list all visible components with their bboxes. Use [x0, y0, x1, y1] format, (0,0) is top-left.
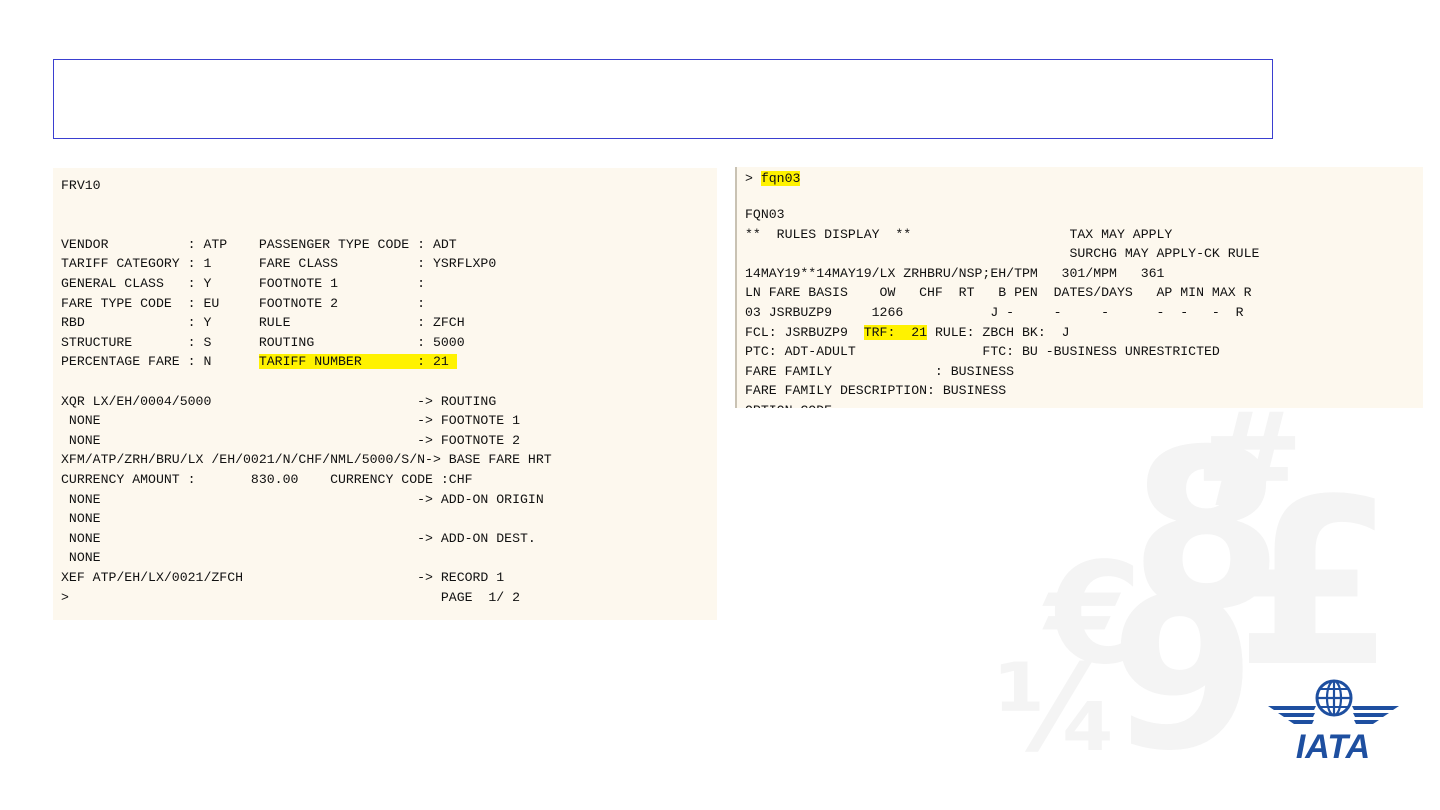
terminal-line: PERCENTAGE FARE : N TARIFF NUMBER : 21 — [61, 353, 457, 370]
terminal-line: OPTION CODE — [745, 402, 832, 408]
terminal-line: FRV10 — [61, 178, 101, 193]
command-line: > fqn03 — [745, 170, 801, 187]
terminal-line: SURCHG MAY APPLY-CK RULE — [745, 246, 1260, 262]
terminal-line: FARE FAMILY : BUSINESS — [745, 363, 1015, 379]
terminal-line: VENDOR : ATP PASSENGER TYPE CODE : ADT — [61, 236, 457, 252]
line-text: RULE: ZBCH BK: J — [927, 324, 1070, 340]
terminal-line: XFM/ATP/ZRH/BRU/LX /EH/0021/N/CHF/NML/50… — [61, 452, 552, 468]
terminal-line: PTC: ADT-ADULT FTC: BU -BUSINESS UNRESTR… — [745, 344, 1220, 360]
watermark-glyph-quarter: ¼ — [995, 640, 1120, 779]
line-text: FCL: JSRBUZP9 — [745, 324, 864, 340]
highlighted-text: TRF: 21 — [863, 324, 928, 340]
terminal-line: NONE -> FOOTNOTE 2 — [61, 432, 520, 448]
terminal-line: NONE — [61, 550, 101, 566]
terminal-line: XQR LX/EH/0004/5000 -> ROUTING — [61, 393, 497, 409]
logo-text: IATA — [1296, 728, 1370, 764]
terminal-line: RBD : Y RULE : ZFCH — [61, 315, 465, 331]
terminal-line: FCL: JSRBUZP9 TRF: 21 RULE: ZBCH BK: J — [745, 324, 1069, 341]
terminal-line: FQN03 — [745, 207, 785, 222]
terminal-line: NONE — [61, 511, 101, 527]
terminal-line: > PAGE 1/ 2 — [61, 589, 520, 605]
slide-title-box — [53, 59, 1273, 139]
line-text: PERCENTAGE FARE : N — [61, 354, 259, 370]
terminal-line: 14MAY19**14MAY19/LX ZRHBRU/NSP;EH/TPM 30… — [745, 265, 1165, 281]
iata-logo: IATA — [1266, 678, 1401, 766]
watermark-glyph-9: 9 — [1110, 552, 1257, 797]
terminal-line: GENERAL CLASS : Y FOOTNOTE 1 : — [61, 276, 426, 291]
terminal-line: LN FARE BASIS OW CHF RT B PEN DATES/DAYS… — [745, 285, 1252, 301]
terminal-line: NONE -> ADD-ON ORIGIN — [61, 491, 544, 507]
rules-display-terminal: > fqn03 FQN03 ** RULES DISPLAY ** TAX MAY… — [735, 167, 1423, 408]
terminal-line: XEF ATP/EH/LX/0021/ZFCH -> RECORD 1 — [61, 570, 505, 585]
terminal-line: CURRENCY AMOUNT : 830.00 CURRENCY CODE :… — [61, 472, 473, 487]
command-text: fqn03 — [760, 171, 801, 186]
terminal-line: NONE -> ADD-ON DEST. — [61, 530, 536, 546]
terminal-line: NONE -> FOOTNOTE 1 — [61, 413, 520, 429]
watermark-glyph-pound: £ — [1235, 451, 1396, 718]
highlighted-text: TARIFF NUMBER : 21 — [258, 354, 457, 370]
terminal-line: FARE TYPE CODE : EU FOOTNOTE 2 : — [61, 295, 426, 311]
terminal-line: FARE FAMILY DESCRIPTION: BUSINESS — [745, 383, 1007, 399]
terminal-line: ** RULES DISPLAY ** TAX MAY APPLY — [745, 226, 1173, 242]
terminal-line: STRUCTURE : S ROUTING : 5000 — [61, 334, 465, 350]
globe-wings-icon: IATA — [1268, 679, 1399, 766]
terminal-line: 03 JSRBUZP9 1266 J - - - - - - R — [745, 305, 1244, 320]
command-prompt: > — [745, 171, 761, 186]
fare-display-terminal: FRV10 VENDOR : ATP PASSENGER TYPE CODE : … — [53, 168, 717, 620]
terminal-line: TARIFF CATEGORY : 1 FARE CLASS : YSRFLXP… — [61, 256, 497, 272]
